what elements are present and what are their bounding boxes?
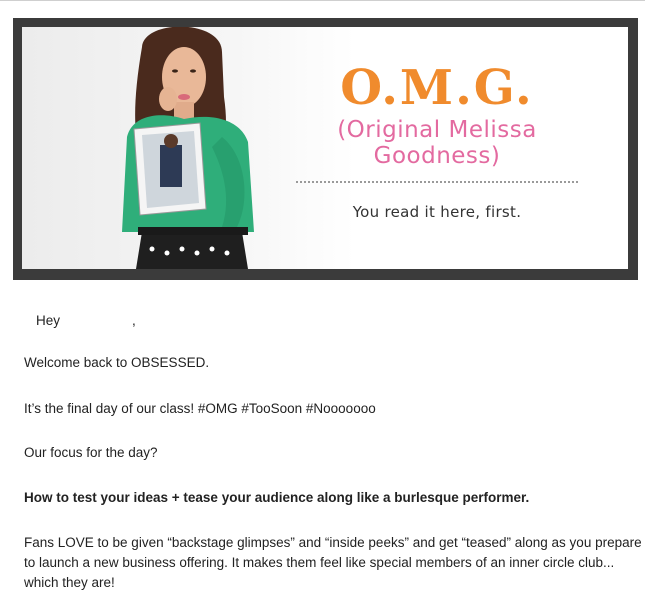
- paragraph-fans: Fans LOVE to be given “backstage glimpse…: [24, 535, 642, 590]
- paragraph-headline: How to test your ideas + tease your audi…: [24, 490, 530, 505]
- paragraph-welcome: Welcome back to OBSESSED.: [24, 355, 210, 370]
- woman-reading-magazine-image: [122, 27, 254, 269]
- brand-block: O.M.G. (Original Melissa Goodness) You r…: [272, 61, 602, 221]
- greeting-comma: ,: [132, 313, 136, 328]
- paragraph-final-day: It’s the final day of our class! #OMG #T…: [24, 401, 376, 416]
- email-view: O.M.G. (Original Melissa Goodness) You r…: [0, 0, 645, 603]
- dotted-divider: [296, 181, 578, 183]
- banner-image: O.M.G. (Original Melissa Goodness) You r…: [22, 27, 628, 269]
- header-banner: O.M.G. (Original Melissa Goodness) You r…: [13, 18, 638, 280]
- brand-tagline: You read it here, first.: [352, 203, 522, 221]
- brand-title: O.M.G.: [340, 60, 534, 116]
- paragraph-focus: Our focus for the day?: [24, 445, 158, 460]
- greeting: Hey,: [36, 311, 136, 331]
- greeting-word: Hey: [36, 313, 61, 328]
- brand-subtitle: (Original Melissa Goodness): [337, 117, 537, 169]
